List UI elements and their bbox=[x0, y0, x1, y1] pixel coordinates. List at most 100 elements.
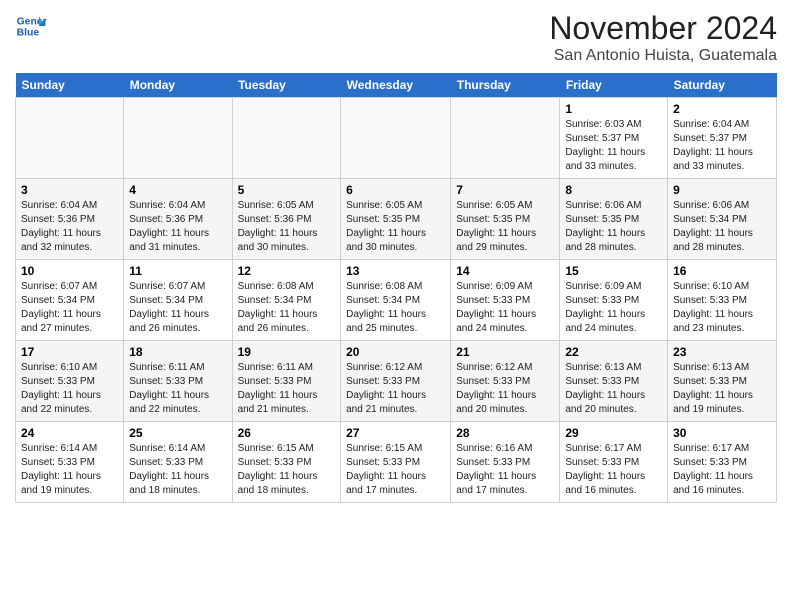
day-info: Sunrise: 6:11 AM Sunset: 5:33 PM Dayligh… bbox=[129, 361, 226, 417]
day-info: Sunrise: 6:09 AM Sunset: 5:33 PM Dayligh… bbox=[565, 280, 662, 336]
calendar-cell: 16 Sunrise: 6:10 AM Sunset: 5:33 PM Dayli… bbox=[668, 260, 777, 341]
calendar-cell: 7 Sunrise: 6:05 AM Sunset: 5:35 PM Daylig… bbox=[451, 179, 560, 260]
calendar-cell bbox=[232, 98, 341, 179]
day-number: 12 bbox=[238, 264, 336, 278]
day-info: Sunrise: 6:12 AM Sunset: 5:33 PM Dayligh… bbox=[346, 361, 445, 417]
day-number: 15 bbox=[565, 264, 662, 278]
calendar-cell: 3 Sunrise: 6:04 AM Sunset: 5:36 PM Daylig… bbox=[16, 179, 124, 260]
calendar-cell: 5 Sunrise: 6:05 AM Sunset: 5:36 PM Daylig… bbox=[232, 179, 341, 260]
day-info: Sunrise: 6:17 AM Sunset: 5:33 PM Dayligh… bbox=[673, 442, 771, 498]
calendar-table: SundayMondayTuesdayWednesdayThursdayFrid… bbox=[15, 73, 777, 503]
day-number: 8 bbox=[565, 183, 662, 197]
day-number: 5 bbox=[238, 183, 336, 197]
calendar-cell: 21 Sunrise: 6:12 AM Sunset: 5:33 PM Dayli… bbox=[451, 341, 560, 422]
calendar-cell: 6 Sunrise: 6:05 AM Sunset: 5:35 PM Daylig… bbox=[341, 179, 451, 260]
logo: General Blue bbox=[15, 10, 47, 42]
day-info: Sunrise: 6:15 AM Sunset: 5:33 PM Dayligh… bbox=[346, 442, 445, 498]
day-number: 1 bbox=[565, 102, 662, 116]
svg-text:Blue: Blue bbox=[17, 28, 40, 39]
day-info: Sunrise: 6:08 AM Sunset: 5:34 PM Dayligh… bbox=[346, 280, 445, 336]
day-number: 9 bbox=[673, 183, 771, 197]
day-number: 16 bbox=[673, 264, 771, 278]
day-number: 6 bbox=[346, 183, 445, 197]
day-info: Sunrise: 6:07 AM Sunset: 5:34 PM Dayligh… bbox=[21, 280, 118, 336]
weekday-header-tuesday: Tuesday bbox=[232, 73, 341, 98]
calendar-cell: 12 Sunrise: 6:08 AM Sunset: 5:34 PM Dayli… bbox=[232, 260, 341, 341]
page-header: General Blue November 2024 San Antonio H… bbox=[15, 10, 777, 65]
calendar-cell bbox=[451, 98, 560, 179]
calendar-cell: 23 Sunrise: 6:13 AM Sunset: 5:33 PM Dayli… bbox=[668, 341, 777, 422]
day-number: 21 bbox=[456, 345, 554, 359]
calendar-cell: 18 Sunrise: 6:11 AM Sunset: 5:33 PM Dayli… bbox=[124, 341, 232, 422]
day-info: Sunrise: 6:11 AM Sunset: 5:33 PM Dayligh… bbox=[238, 361, 336, 417]
weekday-header-wednesday: Wednesday bbox=[341, 73, 451, 98]
day-number: 22 bbox=[565, 345, 662, 359]
day-number: 24 bbox=[21, 426, 118, 440]
day-number: 26 bbox=[238, 426, 336, 440]
day-number: 17 bbox=[21, 345, 118, 359]
day-info: Sunrise: 6:04 AM Sunset: 5:36 PM Dayligh… bbox=[21, 199, 118, 255]
calendar-cell: 13 Sunrise: 6:08 AM Sunset: 5:34 PM Dayli… bbox=[341, 260, 451, 341]
logo-icon: General Blue bbox=[15, 10, 47, 42]
calendar-cell: 29 Sunrise: 6:17 AM Sunset: 5:33 PM Dayli… bbox=[560, 422, 668, 503]
calendar-cell: 2 Sunrise: 6:04 AM Sunset: 5:37 PM Daylig… bbox=[668, 98, 777, 179]
day-number: 28 bbox=[456, 426, 554, 440]
day-number: 23 bbox=[673, 345, 771, 359]
day-info: Sunrise: 6:12 AM Sunset: 5:33 PM Dayligh… bbox=[456, 361, 554, 417]
calendar-cell: 27 Sunrise: 6:15 AM Sunset: 5:33 PM Dayli… bbox=[341, 422, 451, 503]
day-number: 18 bbox=[129, 345, 226, 359]
day-info: Sunrise: 6:10 AM Sunset: 5:33 PM Dayligh… bbox=[673, 280, 771, 336]
weekday-header-thursday: Thursday bbox=[451, 73, 560, 98]
day-info: Sunrise: 6:06 AM Sunset: 5:35 PM Dayligh… bbox=[565, 199, 662, 255]
calendar-week-2: 3 Sunrise: 6:04 AM Sunset: 5:36 PM Daylig… bbox=[16, 179, 777, 260]
day-info: Sunrise: 6:13 AM Sunset: 5:33 PM Dayligh… bbox=[565, 361, 662, 417]
day-info: Sunrise: 6:05 AM Sunset: 5:35 PM Dayligh… bbox=[346, 199, 445, 255]
calendar-cell bbox=[16, 98, 124, 179]
day-number: 29 bbox=[565, 426, 662, 440]
weekday-header-saturday: Saturday bbox=[668, 73, 777, 98]
calendar-cell: 15 Sunrise: 6:09 AM Sunset: 5:33 PM Dayli… bbox=[560, 260, 668, 341]
day-number: 2 bbox=[673, 102, 771, 116]
calendar-cell bbox=[341, 98, 451, 179]
day-info: Sunrise: 6:08 AM Sunset: 5:34 PM Dayligh… bbox=[238, 280, 336, 336]
calendar-cell: 26Sunrise: 6:15 AM Sunset: 5:33 PM Dayli… bbox=[232, 422, 341, 503]
calendar-cell: 22 Sunrise: 6:13 AM Sunset: 5:33 PM Dayli… bbox=[560, 341, 668, 422]
day-number: 7 bbox=[456, 183, 554, 197]
day-info: Sunrise: 6:13 AM Sunset: 5:33 PM Dayligh… bbox=[673, 361, 771, 417]
day-info: Sunrise: 6:09 AM Sunset: 5:33 PM Dayligh… bbox=[456, 280, 554, 336]
calendar-cell bbox=[124, 98, 232, 179]
calendar-week-4: 17 Sunrise: 6:10 AM Sunset: 5:33 PM Dayli… bbox=[16, 341, 777, 422]
day-info: Sunrise: 6:05 AM Sunset: 5:36 PM Dayligh… bbox=[238, 199, 336, 255]
day-info: Sunrise: 6:06 AM Sunset: 5:34 PM Dayligh… bbox=[673, 199, 771, 255]
day-info: Sunrise: 6:05 AM Sunset: 5:35 PM Dayligh… bbox=[456, 199, 554, 255]
day-info: Sunrise: 6:17 AM Sunset: 5:33 PM Dayligh… bbox=[565, 442, 662, 498]
day-number: 27 bbox=[346, 426, 445, 440]
day-info: Sunrise: 6:07 AM Sunset: 5:34 PM Dayligh… bbox=[129, 280, 226, 336]
calendar-cell: 17 Sunrise: 6:10 AM Sunset: 5:33 PM Dayli… bbox=[16, 341, 124, 422]
title-block: November 2024 San Antonio Huista, Guatem… bbox=[549, 10, 777, 65]
weekday-header-sunday: Sunday bbox=[16, 73, 124, 98]
day-number: 30 bbox=[673, 426, 771, 440]
calendar-cell: 11 Sunrise: 6:07 AM Sunset: 5:34 PM Dayli… bbox=[124, 260, 232, 341]
weekday-header-monday: Monday bbox=[124, 73, 232, 98]
day-number: 14 bbox=[456, 264, 554, 278]
calendar-cell: 4Sunrise: 6:04 AM Sunset: 5:36 PM Daylig… bbox=[124, 179, 232, 260]
calendar-week-1: 1Sunrise: 6:03 AM Sunset: 5:37 PM Daylig… bbox=[16, 98, 777, 179]
day-info: Sunrise: 6:04 AM Sunset: 5:37 PM Dayligh… bbox=[673, 118, 771, 174]
day-number: 11 bbox=[129, 264, 226, 278]
calendar-week-3: 10Sunrise: 6:07 AM Sunset: 5:34 PM Dayli… bbox=[16, 260, 777, 341]
calendar-cell: 24Sunrise: 6:14 AM Sunset: 5:33 PM Dayli… bbox=[16, 422, 124, 503]
day-info: Sunrise: 6:14 AM Sunset: 5:33 PM Dayligh… bbox=[129, 442, 226, 498]
day-number: 3 bbox=[21, 183, 118, 197]
weekday-header-friday: Friday bbox=[560, 73, 668, 98]
calendar-header-row: SundayMondayTuesdayWednesdayThursdayFrid… bbox=[16, 73, 777, 98]
calendar-cell: 8 Sunrise: 6:06 AM Sunset: 5:35 PM Daylig… bbox=[560, 179, 668, 260]
calendar-cell: 1Sunrise: 6:03 AM Sunset: 5:37 PM Daylig… bbox=[560, 98, 668, 179]
day-info: Sunrise: 6:16 AM Sunset: 5:33 PM Dayligh… bbox=[456, 442, 554, 498]
calendar-cell: 9 Sunrise: 6:06 AM Sunset: 5:34 PM Daylig… bbox=[668, 179, 777, 260]
day-info: Sunrise: 6:10 AM Sunset: 5:33 PM Dayligh… bbox=[21, 361, 118, 417]
calendar-cell: 30 Sunrise: 6:17 AM Sunset: 5:33 PM Dayli… bbox=[668, 422, 777, 503]
calendar-cell: 20Sunrise: 6:12 AM Sunset: 5:33 PM Dayli… bbox=[341, 341, 451, 422]
calendar-cell: 10Sunrise: 6:07 AM Sunset: 5:34 PM Dayli… bbox=[16, 260, 124, 341]
day-number: 13 bbox=[346, 264, 445, 278]
